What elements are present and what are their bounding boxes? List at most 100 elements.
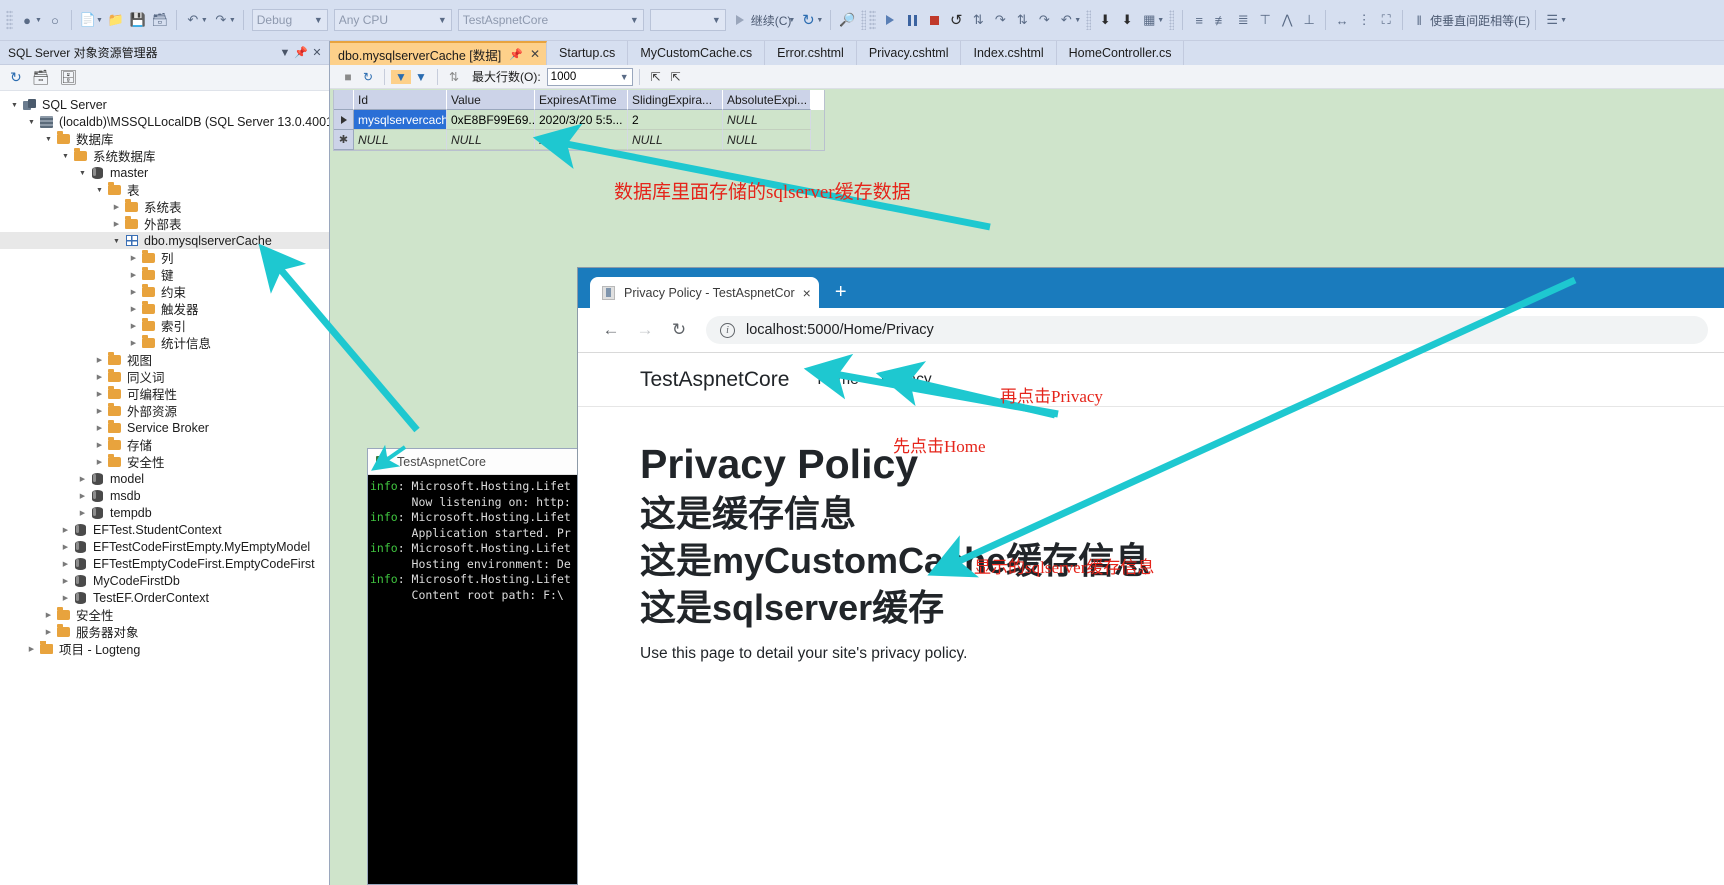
continue-label[interactable]: 继续(C): [751, 12, 792, 29]
chevron-right-icon[interactable]: [76, 491, 89, 500]
table-cell[interactable]: NULL: [354, 130, 447, 150]
tree-node[interactable]: master: [0, 164, 329, 181]
table-cell[interactable]: NULL: [628, 130, 723, 150]
filter-icon[interactable]: ▼: [411, 70, 431, 84]
pin-icon[interactable]: 📌: [509, 48, 523, 61]
script-to-file-icon[interactable]: ⇱: [666, 70, 686, 84]
save-all-icon[interactable]: 🗃: [149, 9, 171, 31]
refresh-icon[interactable]: ↻: [10, 69, 22, 86]
toolbar-grip[interactable]: [6, 10, 13, 30]
align-left-icon[interactable]: ≡: [1188, 9, 1210, 31]
explorer-tree[interactable]: SQL Server (localdb)\MSSQLLocalDB (SQL Se…: [0, 92, 329, 885]
chevron-down-icon[interactable]: ▼: [816, 17, 823, 24]
chevron-right-icon[interactable]: [93, 389, 106, 398]
chevron-right-icon[interactable]: [76, 508, 89, 517]
chevron-right-icon[interactable]: [42, 627, 55, 636]
chevron-down-icon[interactable]: ▼: [229, 17, 236, 24]
tree-node[interactable]: MyCodeFirstDb: [0, 572, 329, 589]
nav-link-privacy[interactable]: Privacy: [881, 371, 932, 389]
chevron-right-icon[interactable]: [59, 559, 72, 568]
tree-node[interactable]: EFTestCodeFirstEmpty.MyEmptyModel: [0, 538, 329, 555]
browser-tab[interactable]: Privacy Policy - TestAspnetCor ×: [590, 277, 819, 308]
editor-tab[interactable]: Error.cshtml: [765, 41, 857, 65]
chevron-down-icon[interactable]: [25, 117, 38, 126]
close-icon[interactable]: ✕: [309, 46, 325, 59]
chevron-down-icon[interactable]: ▼: [1560, 17, 1567, 24]
chevron-down-icon[interactable]: ▼: [201, 17, 208, 24]
reload-icon[interactable]: ↻: [662, 320, 696, 340]
site-brand[interactable]: TestAspnetCore: [640, 368, 789, 392]
editor-tab[interactable]: Startup.cs: [547, 41, 629, 65]
chevron-right-icon[interactable]: [127, 304, 140, 313]
stop-icon[interactable]: [923, 9, 945, 31]
editor-tab[interactable]: HomeController.cs: [1056, 41, 1185, 65]
toolbar-overflow[interactable]: [1086, 10, 1092, 30]
chevron-down-icon[interactable]: [76, 168, 89, 177]
align-top-icon[interactable]: ⊤: [1254, 9, 1276, 31]
chevron-right-icon[interactable]: [127, 287, 140, 296]
tree-node[interactable]: dbo.mysqlserverCache: [0, 232, 329, 249]
chevron-right-icon[interactable]: [59, 593, 72, 602]
forward-icon[interactable]: →: [628, 320, 662, 340]
editor-tab[interactable]: Privacy.cshtml: [856, 41, 962, 65]
chevron-down-icon[interactable]: ▼: [277, 47, 293, 59]
chevron-right-icon[interactable]: [59, 576, 72, 585]
chevron-down-icon[interactable]: ▼: [1157, 17, 1164, 24]
table-cell[interactable]: 0xE8BF99E69...: [447, 110, 535, 130]
chevron-right-icon[interactable]: [93, 457, 106, 466]
table-row[interactable]: mysqlservercache 0xE8BF99E69... 2020/3/20 …: [334, 110, 824, 130]
back-icon[interactable]: ←: [594, 320, 628, 340]
table-cell[interactable]: NULL: [535, 130, 628, 150]
sort-icon[interactable]: ⇅: [444, 70, 464, 84]
chevron-right-icon[interactable]: [59, 542, 72, 551]
editor-tab[interactable]: dbo.mysqlserverCache [数据] 📌 ✕: [330, 41, 548, 65]
tree-node[interactable]: 服务器对象: [0, 623, 329, 640]
navigate-forward-icon[interactable]: ○: [44, 9, 66, 31]
toolbar-grip[interactable]: [869, 10, 877, 30]
tree-node[interactable]: 键: [0, 266, 329, 283]
tree-node[interactable]: 统计信息: [0, 334, 329, 351]
close-icon[interactable]: ✕: [530, 47, 540, 61]
new-tab-button[interactable]: +: [835, 281, 847, 304]
tree-node[interactable]: 索引: [0, 317, 329, 334]
tree-node[interactable]: 同义词: [0, 368, 329, 385]
chevron-down-icon[interactable]: ▼: [96, 17, 103, 24]
vertical-spacing-label[interactable]: 使垂直间距相等(E): [1430, 12, 1530, 29]
editor-tab[interactable]: Index.cshtml: [961, 41, 1057, 65]
target-combo[interactable]: ▼: [649, 9, 726, 31]
attach-process-icon[interactable]: 🔎: [836, 9, 858, 31]
chevron-right-icon[interactable]: [127, 253, 140, 262]
tree-node[interactable]: tempdb: [0, 504, 329, 521]
make-same-width-icon[interactable]: ↔: [1331, 9, 1353, 31]
refresh-grid-icon[interactable]: ↻: [358, 70, 378, 84]
make-same-size-icon[interactable]: ⛶: [1375, 9, 1397, 31]
row-selector[interactable]: [334, 110, 354, 130]
chevron-down-icon[interactable]: [42, 134, 55, 143]
table-cell[interactable]: 2020/3/20 5:5...: [535, 110, 628, 130]
chevron-right-icon[interactable]: [42, 610, 55, 619]
chevron-right-icon[interactable]: [127, 321, 140, 330]
make-same-height-icon[interactable]: ⋮: [1353, 9, 1375, 31]
configuration-combo[interactable]: Debug ▼: [251, 9, 328, 31]
max-rows-combo[interactable]: 1000 ▼: [546, 67, 633, 86]
align-bottom-edge-icon[interactable]: ⊥: [1298, 9, 1320, 31]
grid-column-header[interactable]: SlidingExpira...: [628, 90, 723, 110]
chevron-right-icon[interactable]: [25, 644, 38, 653]
nav-link-home[interactable]: Home: [817, 371, 858, 389]
start-debug-icon[interactable]: [729, 9, 751, 31]
run-icon[interactable]: [879, 9, 901, 31]
grid-column-header[interactable]: Value: [447, 90, 535, 110]
tree-node[interactable]: 约束: [0, 283, 329, 300]
grid-column-header[interactable]: Id: [354, 90, 447, 110]
tree-node[interactable]: EFTest.StudentContext: [0, 521, 329, 538]
tree-node[interactable]: model: [0, 470, 329, 487]
chevron-right-icon[interactable]: [110, 219, 123, 228]
chevron-down-icon[interactable]: [8, 100, 21, 109]
script-icon[interactable]: ⇱: [646, 70, 666, 84]
filter-active-icon[interactable]: ▼: [391, 69, 411, 84]
horizontal-spacing-icon[interactable]: ‖: [1408, 9, 1430, 31]
tree-node[interactable]: 可编程性: [0, 385, 329, 402]
align-bottom-icon[interactable]: ⬇: [1094, 9, 1116, 31]
tree-node[interactable]: 项目 - Logteng: [0, 640, 329, 657]
tree-node[interactable]: 系统表: [0, 198, 329, 215]
